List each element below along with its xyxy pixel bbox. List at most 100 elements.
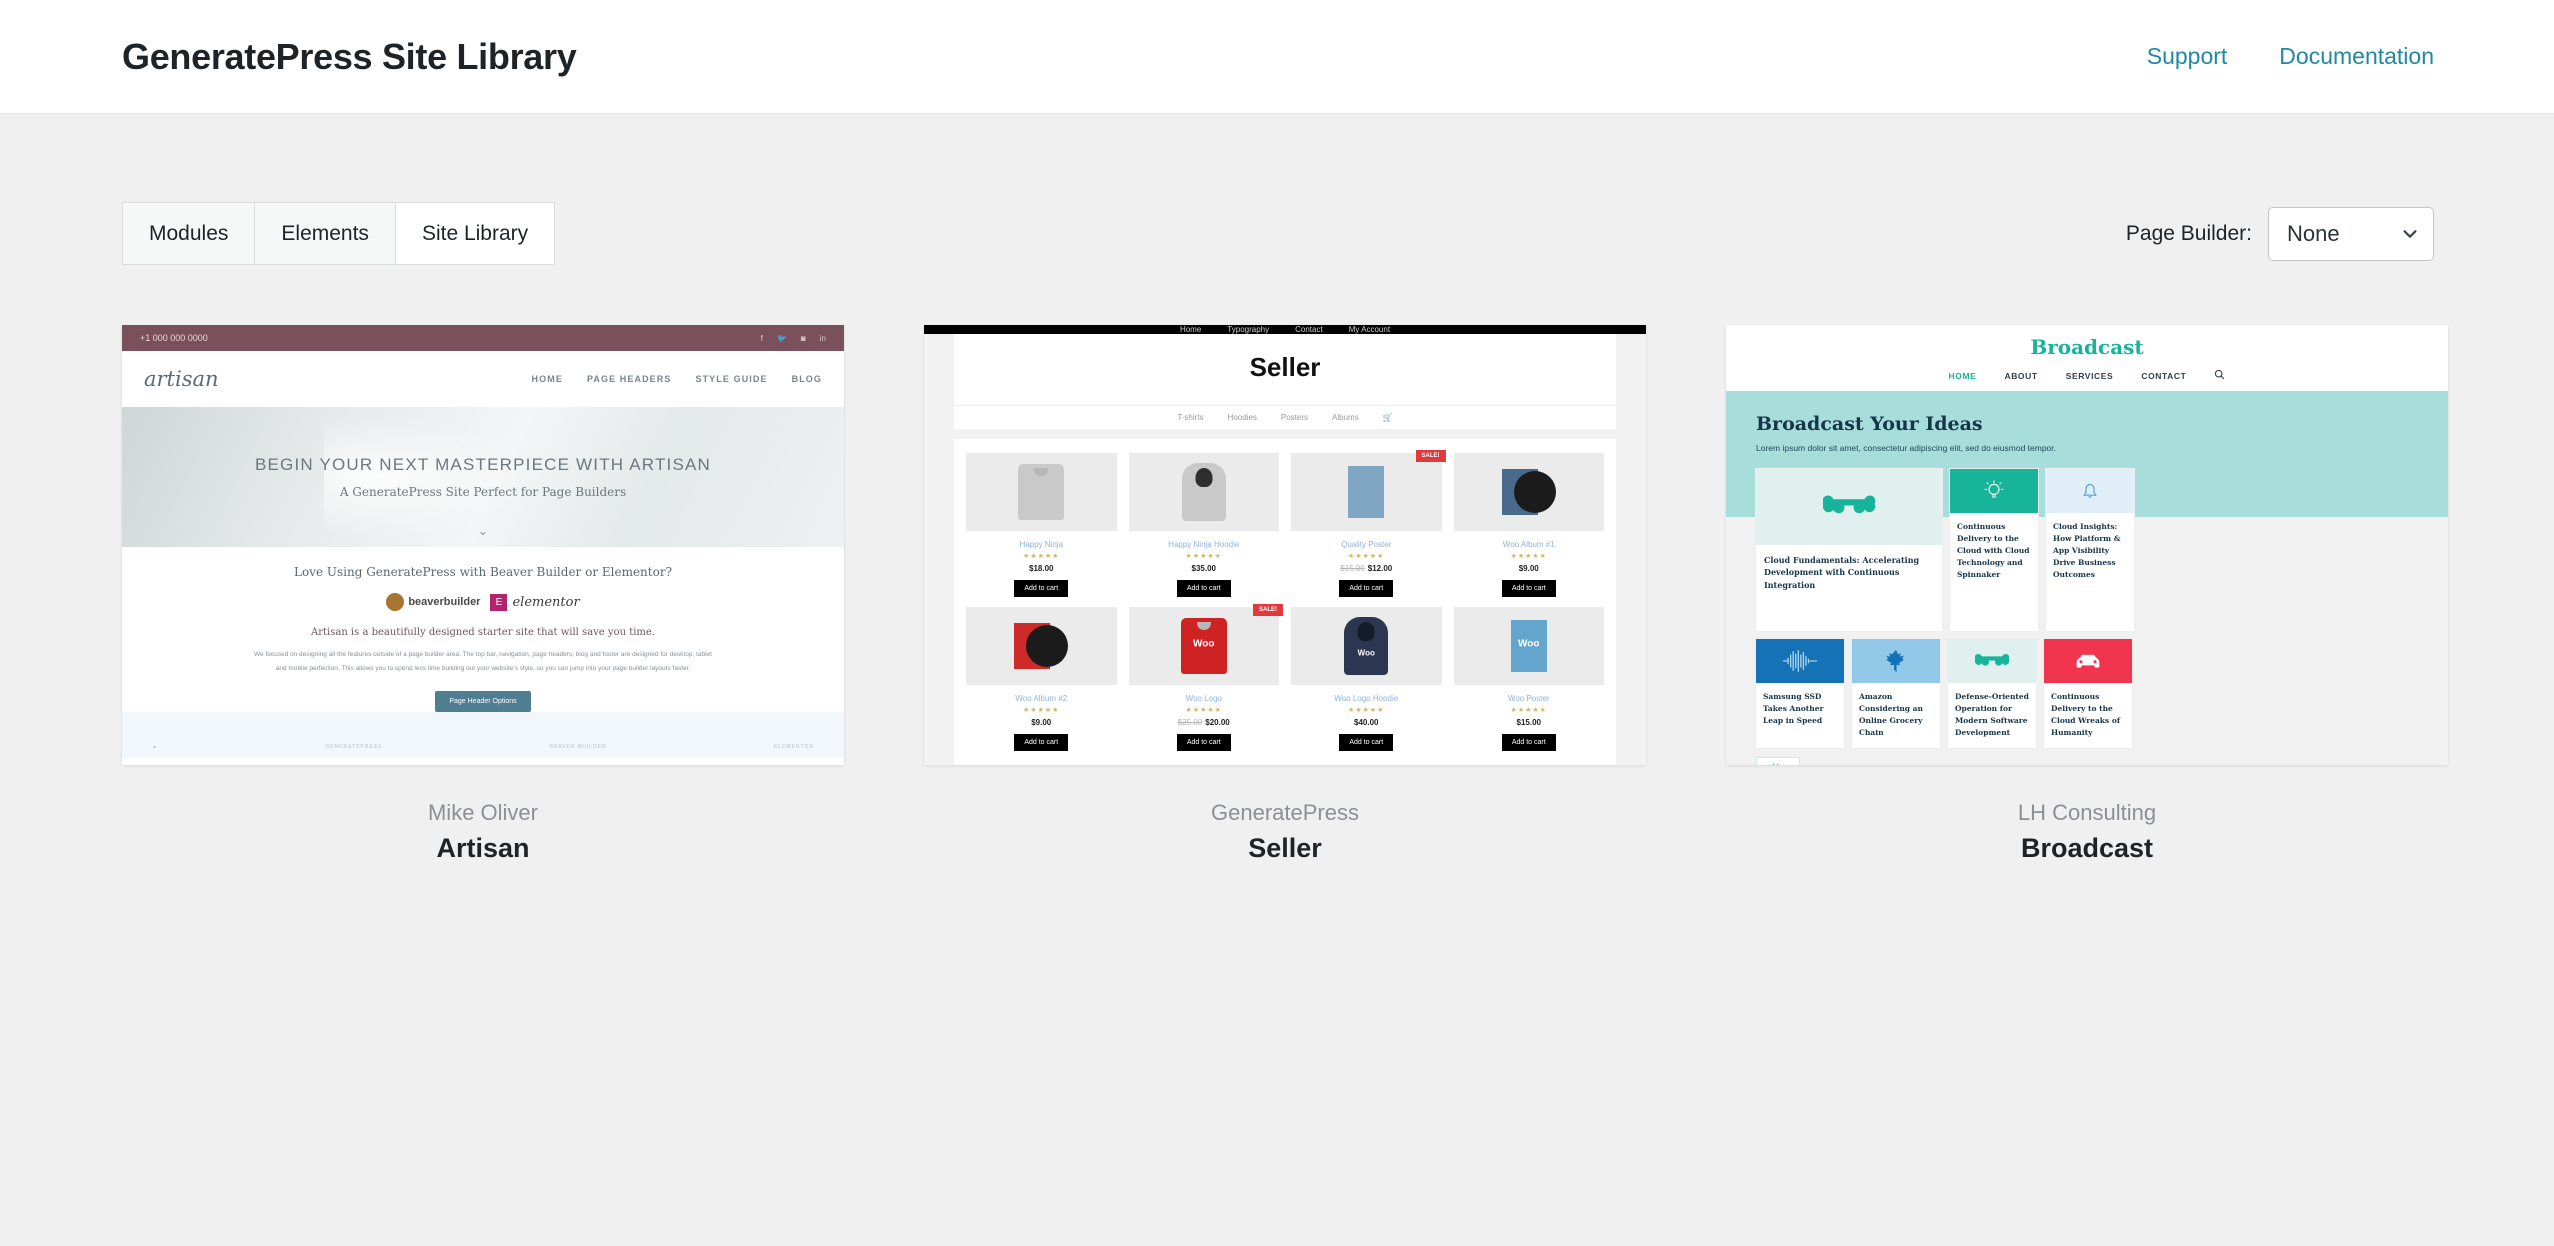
broadcast-header: Broadcast HOME ABOUT SERVICES CONTACT [1726, 325, 2448, 391]
broadcast-hero: Broadcast Your Ideas Lorem ipsum dolor s… [1726, 391, 2448, 469]
add-to-cart-button: Add to cart [1501, 580, 1556, 597]
broadcast-tile-row-2: Samsung SSD Takes Another Leap in Speed … [1756, 639, 2418, 749]
product-card: Happy Ninja Hoodie ★★★★★ $35.00 Add to c… [1128, 453, 1279, 597]
tab-modules[interactable]: Modules [122, 202, 256, 265]
site-name: Artisan [436, 832, 530, 863]
broadcast-nav-services: SERVICES [2065, 370, 2114, 381]
tile-icon-wrap [1950, 469, 2038, 513]
artisan-top-bar: +1 000 000 0000 f 🐦 ◙ in [122, 325, 844, 351]
product-card: Woo Album #2 ★★★★★ $9.00 Add to cart [966, 607, 1117, 751]
product-rating: ★★★★★ [1510, 553, 1547, 560]
page-builder-select[interactable]: None [2268, 206, 2434, 261]
seller-nav-home: Home [1179, 325, 1202, 334]
product-price: $15.00 [1516, 718, 1541, 727]
documentation-link[interactable]: Documentation [2279, 43, 2434, 70]
broadcast-nav-home: HOME [1948, 370, 1977, 381]
add-to-cart-button: Add to cart [1176, 580, 1231, 597]
site-card-seller[interactable]: Home Typography Contact My Account Selle… [924, 325, 1646, 866]
search-icon [2214, 369, 2225, 382]
broadcast-tile-row-1: Cloud Fundamentals: Accelerating Develop… [1756, 469, 2418, 632]
seller-nav-typography: Typography [1227, 325, 1270, 334]
broadcast-logo: Broadcast [2030, 335, 2144, 359]
tile-title: Cloud Fundamentals: Accelerating Develop… [1764, 555, 1920, 590]
tab-site-library[interactable]: Site Library [395, 202, 556, 265]
seller-nav-my-account: My Account [1348, 325, 1391, 334]
shopping-cart-icon: 🛒 [1382, 413, 1393, 422]
site-preview-artisan[interactable]: +1 000 000 0000 f 🐦 ◙ in artisan HOME PA… [122, 325, 844, 765]
product-name: Woo Poster [1507, 694, 1550, 703]
product-card: Woo Woo Logo Hoodie ★★★★★ $40.00 Add to … [1291, 607, 1442, 751]
site-caption-broadcast: LH Consulting Broadcast [1726, 797, 2448, 866]
site-author: GeneratePress [1211, 800, 1359, 825]
sale-badge: SALE! [1253, 604, 1283, 616]
seller-cat-posters: Posters [1280, 413, 1309, 422]
artisan-menu-style-guide: STYLE GUIDE [695, 374, 768, 384]
header-nav: Support Documentation [2147, 43, 2434, 70]
product-image: SALE! [1291, 450, 1446, 531]
product-image [966, 453, 1117, 531]
bone-icon [1975, 653, 2009, 666]
product-price: $25.00 $20.00 [1178, 718, 1230, 727]
waveform-icon [1783, 650, 1817, 673]
artisan-cta-button: Page Header Options [435, 691, 531, 713]
add-to-cart-button: Add to cart [1014, 580, 1069, 597]
tshirt-icon [1018, 464, 1065, 520]
broadcast-tiles: Cloud Fundamentals: Accelerating Develop… [1726, 469, 2448, 749]
elementor-logo: E elementor [490, 593, 580, 611]
app-header: GeneratePress Site Library Support Docum… [0, 0, 2554, 114]
artisan-footer-link-1: BEAVER BUILDER [549, 744, 607, 751]
tshirt-icon: Woo [1180, 618, 1227, 674]
seller-cat-tshirts: T-shirts [1177, 413, 1204, 422]
add-to-cart-button: Add to cart [1339, 734, 1394, 751]
broadcast-nav-about: ABOUT [2004, 370, 2038, 381]
broadcast-tile: Continuous Delivery to the Cloud with Cl… [1950, 469, 2038, 632]
product-rating: ★★★★★ [1023, 553, 1060, 560]
product-image: Woo [1291, 607, 1442, 685]
product-card: Woo Album #1 ★★★★★ $9.00 Add to cart [1453, 453, 1604, 597]
product-name: Woo Album #1 [1502, 540, 1555, 549]
tile-title: Amazon Considering an Online Grocery Cha… [1859, 692, 1923, 738]
site-preview-broadcast[interactable]: Broadcast HOME ABOUT SERVICES CONTACT Br… [1726, 325, 2448, 765]
tile-title: Continuous Delivery to the Cloud Wreaks … [2051, 692, 2121, 738]
site-card-artisan[interactable]: +1 000 000 0000 f 🐦 ◙ in artisan HOME PA… [122, 325, 844, 866]
site-preview-seller[interactable]: Home Typography Contact My Account Selle… [924, 325, 1646, 765]
broadcast-tile: Continuous Delivery to the Cloud Wreaks … [2044, 639, 2132, 749]
product-name: Woo Logo Hoodie [1334, 694, 1399, 703]
site-card-broadcast[interactable]: Broadcast HOME ABOUT SERVICES CONTACT Br… [1726, 325, 2448, 866]
bell-icon [2083, 483, 2097, 498]
support-link[interactable]: Support [2147, 43, 2228, 70]
broadcast-tile: Samsung SSD Takes Another Leap in Speed [1756, 639, 1844, 749]
page-title: GeneratePress Site Library [122, 35, 577, 77]
artisan-body: Love Using GeneratePress with Beaver Bui… [122, 547, 844, 713]
page-builder-label: Page Builder: [2125, 221, 2252, 245]
broadcast-hero-subtitle: Lorem ipsum dolor sit amet, consectetur … [1756, 443, 2057, 453]
artisan-paragraph: We focused on designing all the features… [254, 651, 712, 672]
product-rating: ★★★★★ [1185, 707, 1222, 714]
product-price: $18.00 [1029, 564, 1054, 573]
product-price: $15.00 $12.00 [1340, 564, 1392, 573]
elementor-icon: E [490, 593, 508, 611]
beaver-icon [386, 593, 405, 611]
seller-product-grid: Happy Ninja ★★★★★ $18.00 Add to cart Hap… [954, 439, 1616, 765]
add-to-cart-button: Add to cart [1339, 580, 1394, 597]
seller-cat-hoodies: Hoodies [1227, 413, 1257, 422]
page-builder-value: None [2287, 220, 2340, 246]
tab-elements[interactable]: Elements [255, 202, 396, 265]
linkedin-icon: in [819, 333, 826, 343]
hoodie-icon: Woo [1344, 617, 1389, 675]
tile-title: Defense-Oriented Operation for Modern So… [1955, 692, 2029, 738]
artisan-social-icons: f 🐦 ◙ in [761, 334, 826, 343]
product-image: Woo [1453, 607, 1604, 685]
product-rating: ★★★★★ [1510, 707, 1547, 714]
artisan-hero: BEGIN YOUR NEXT MASTERPIECE WITH ARTISAN… [122, 407, 844, 547]
product-rating: ★★★★★ [1023, 707, 1060, 714]
add-to-cart-button: Add to cart [1176, 734, 1231, 751]
product-price: $9.00 [1031, 718, 1052, 727]
artisan-logo: artisan [144, 367, 219, 391]
artisan-menu-page-headers: PAGE HEADERS [586, 374, 672, 384]
seller-category-nav: T-shirts Hoodies Posters Albums 🛒 [954, 405, 1616, 429]
product-card: SALE! Quality Poster ★★★★★ $15.00 $12.00 … [1291, 450, 1446, 597]
broadcast-hero-title: Broadcast Your Ideas [1756, 413, 1983, 435]
add-to-cart-button: Add to cart [1501, 734, 1556, 751]
artisan-phone: +1 000 000 0000 [140, 333, 208, 343]
